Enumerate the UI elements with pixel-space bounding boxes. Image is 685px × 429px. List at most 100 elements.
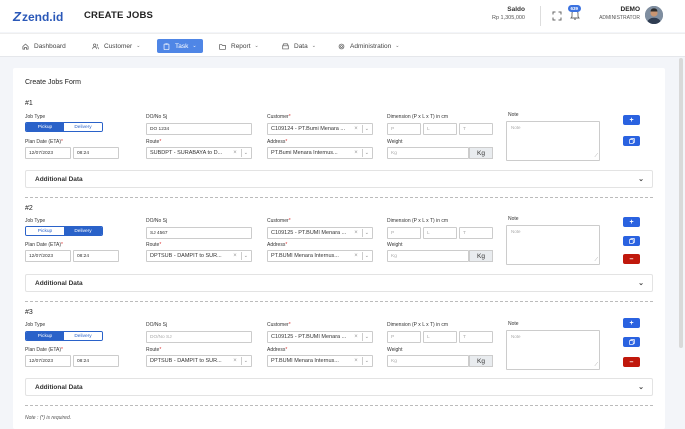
chevron-down-icon[interactable]: ⌄ — [365, 150, 369, 156]
address-select[interactable]: PT.BUMI Menara Internus... × ⌄ — [267, 250, 373, 262]
chevron-down-icon[interactable]: ⌄ — [365, 253, 369, 259]
clear-icon[interactable]: × — [233, 253, 237, 259]
nav-task[interactable]: Task ⌄ — [157, 39, 203, 53]
resize-grip-icon[interactable]: ⟋ — [594, 362, 598, 368]
scrollbar[interactable] — [679, 58, 683, 348]
note-textarea[interactable]: Note ⟋ — [506, 121, 600, 161]
pickup-option[interactable]: Pickup — [26, 332, 64, 340]
pickup-option[interactable]: Pickup — [26, 123, 64, 131]
job-number: #3 — [25, 309, 33, 316]
clear-icon[interactable]: × — [233, 150, 237, 156]
weight-input[interactable]: Kg — [387, 355, 469, 367]
duplicate-job-button[interactable] — [623, 236, 640, 246]
plan-date-input[interactable]: 12/07/2023 — [25, 250, 71, 262]
job-number: #1 — [25, 100, 33, 107]
user-block[interactable]: DEMO ADMINISTRATOR — [599, 6, 640, 21]
dimension-t-input[interactable]: T — [459, 227, 493, 239]
job-divider — [25, 405, 653, 406]
route-select[interactable]: DPTSUB - DAMPIT to SUR... × ⌄ — [146, 355, 252, 367]
clear-icon[interactable]: × — [354, 334, 358, 340]
nav-customer-label: Customer — [104, 42, 133, 50]
chevron-down-icon[interactable]: ⌄ — [365, 358, 369, 364]
delivery-option[interactable]: Delivery — [64, 227, 102, 235]
chevron-down-icon[interactable]: ⌄ — [365, 230, 369, 236]
dimension-p-input[interactable]: P — [387, 123, 421, 135]
job-type-toggle[interactable]: Pickup Delivery — [25, 226, 103, 236]
clear-icon[interactable]: × — [354, 230, 358, 236]
add-job-button[interactable]: + — [623, 115, 640, 125]
do-no-input[interactable]: SJ 4567 — [146, 227, 252, 239]
note-textarea[interactable]: Note ⟋ — [506, 330, 600, 370]
chevron-down-icon[interactable]: ⌄ — [365, 334, 369, 340]
dimension-p-input[interactable]: P — [387, 227, 421, 239]
nav-report[interactable]: Report ⌄ — [219, 39, 259, 53]
route-select[interactable]: DPTSUB - DAMPIT to SUR... × ⌄ — [146, 250, 252, 262]
chevron-down-icon[interactable]: ⌄ — [638, 279, 644, 287]
chevron-down-icon[interactable]: ⌄ — [638, 175, 644, 183]
chevron-down-icon[interactable]: ⌄ — [244, 150, 248, 156]
add-job-button[interactable]: + — [623, 318, 640, 328]
dimension-t-input[interactable]: T — [459, 331, 493, 343]
plan-time-input[interactable]: 08:24 — [73, 355, 119, 367]
duplicate-job-button[interactable] — [623, 136, 640, 146]
chevron-down-icon: ⌄ — [311, 43, 316, 49]
nav-report-label: Report — [231, 42, 251, 50]
pickup-option[interactable]: Pickup — [26, 227, 64, 235]
duplicate-job-button[interactable] — [623, 337, 640, 347]
customer-value: C109125 - PT.BUMI Menara ... — [271, 230, 347, 236]
address-select[interactable]: PT.Bumi Menara Internus... × ⌄ — [267, 147, 373, 159]
customer-select[interactable]: C109124 - PT.Bumi Menara ... × ⌄ — [267, 123, 373, 135]
nav-administration[interactable]: Administration ⌄ — [338, 39, 399, 53]
avatar[interactable] — [645, 6, 663, 24]
additional-data-panel[interactable]: Additional Data ⌄ — [25, 274, 653, 292]
fullscreen-icon[interactable] — [552, 11, 562, 21]
delivery-option[interactable]: Delivery — [64, 332, 102, 340]
chevron-down-icon[interactable]: ⌄ — [365, 126, 369, 132]
customer-select[interactable]: C109125 - PT.BUMI Menara ... × ⌄ — [267, 227, 373, 239]
select-separator — [361, 333, 363, 341]
dimension-l-input[interactable]: L — [423, 227, 457, 239]
clear-icon[interactable]: × — [354, 253, 358, 259]
add-job-button[interactable]: + — [623, 217, 640, 227]
plan-date-input[interactable]: 12/07/2023 — [25, 355, 71, 367]
nav-customer[interactable]: Customer ⌄ — [92, 39, 140, 53]
weight-input[interactable]: Kg — [387, 147, 469, 159]
customer-select[interactable]: C109125 - PT.BUMI Menara ... × ⌄ — [267, 331, 373, 343]
customer-value: C109125 - PT.BUMI Menara ... — [271, 334, 347, 340]
chevron-down-icon[interactable]: ⌄ — [244, 253, 248, 259]
dimension-l-input[interactable]: L — [423, 331, 457, 343]
nav-dashboard[interactable]: Dashboard — [22, 39, 66, 53]
clear-icon[interactable]: × — [354, 358, 358, 364]
do-no-input[interactable]: DO 1234 — [146, 123, 252, 135]
clear-icon[interactable]: × — [354, 126, 358, 132]
plan-time-input[interactable]: 08:24 — [73, 147, 119, 159]
nav-data[interactable]: Data ⌄ — [282, 39, 316, 53]
clear-icon[interactable]: × — [233, 358, 237, 364]
remove-job-button[interactable]: – — [623, 254, 640, 264]
customer-value: C109124 - PT.Bumi Menara ... — [271, 126, 345, 132]
route-select[interactable]: SUBDPT - SURABAYA to D... × ⌄ — [146, 147, 252, 159]
chevron-down-icon[interactable]: ⌄ — [244, 358, 248, 364]
do-no-input[interactable]: DO/No SJ — [146, 331, 252, 343]
resize-grip-icon[interactable]: ⟋ — [594, 257, 598, 263]
job-type-toggle[interactable]: Pickup Delivery — [25, 331, 103, 341]
job-type-toggle[interactable]: Pickup Delivery — [25, 122, 103, 132]
delivery-option[interactable]: Delivery — [64, 123, 102, 131]
additional-data-panel[interactable]: Additional Data ⌄ — [25, 378, 653, 396]
dimension-t-input[interactable]: T — [459, 123, 493, 135]
resize-grip-icon[interactable]: ⟋ — [594, 153, 598, 159]
dimension-p-input[interactable]: P — [387, 331, 421, 343]
note-textarea[interactable]: Note ⟋ — [506, 225, 600, 265]
plan-date-input[interactable]: 12/07/2023 — [25, 147, 71, 159]
clear-icon[interactable]: × — [354, 150, 358, 156]
select-separator — [240, 252, 242, 260]
customer-label: Customer* — [267, 218, 291, 224]
chevron-down-icon[interactable]: ⌄ — [638, 383, 644, 391]
address-select[interactable]: PT.BUMI Menara Internus... × ⌄ — [267, 355, 373, 367]
additional-data-panel[interactable]: Additional Data ⌄ — [25, 170, 653, 188]
remove-job-button[interactable]: – — [623, 357, 640, 367]
dimension-l-input[interactable]: L — [423, 123, 457, 135]
weight-input[interactable]: Kg — [387, 250, 469, 262]
plan-time-input[interactable]: 08:24 — [73, 250, 119, 262]
logo[interactable]: Z zend.id — [13, 9, 63, 24]
